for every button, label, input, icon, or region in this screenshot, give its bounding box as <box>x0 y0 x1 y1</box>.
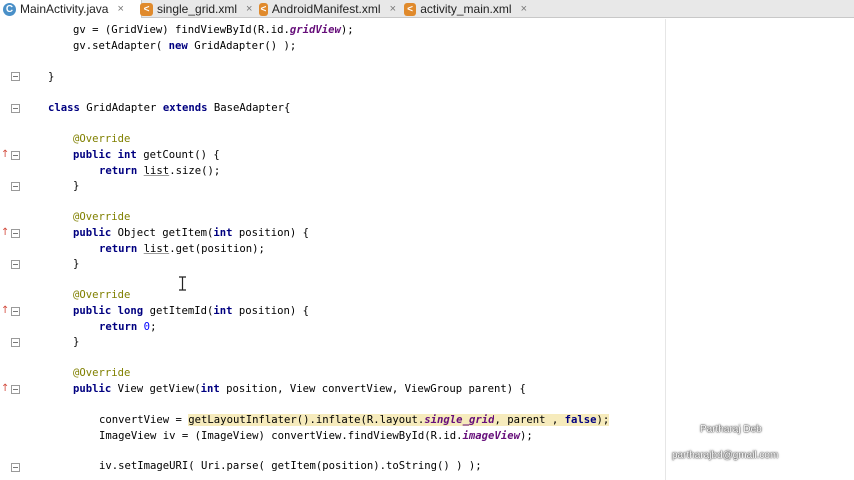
tab-label: AndroidManifest.xml <box>271 2 381 16</box>
tab-main-activity-java[interactable]: C MainActivity.java × <box>0 0 142 18</box>
editor-tab-bar: C MainActivity.java × < single_grid.xml … <box>0 0 854 18</box>
override-arrow-icon[interactable]: ↑ <box>1 383 9 394</box>
fold-marker-icon[interactable] <box>11 463 20 472</box>
code-line: public View getView(int position, View c… <box>73 383 526 395</box>
code-line: gv.setAdapter( new GridAdapter() ); <box>73 40 297 52</box>
fold-marker-icon[interactable] <box>11 182 20 191</box>
fold-marker-icon[interactable] <box>11 229 20 238</box>
text-cursor-icon <box>179 276 186 291</box>
java-class-icon: C <box>3 2 16 16</box>
fold-marker-icon[interactable] <box>11 260 20 269</box>
override-arrow-icon[interactable]: ↑ <box>1 149 9 160</box>
tab-label: MainActivity.java <box>20 2 109 16</box>
code-line: } <box>73 180 80 192</box>
close-icon[interactable]: × <box>390 3 396 15</box>
fold-marker-icon[interactable] <box>11 385 20 394</box>
close-icon[interactable]: × <box>521 3 527 15</box>
fold-marker-icon[interactable] <box>11 307 20 316</box>
code-line: class GridAdapter extends BaseAdapter{ <box>48 102 291 114</box>
xml-file-icon: < <box>404 2 417 16</box>
close-icon[interactable]: × <box>117 3 123 15</box>
code-line: } <box>73 258 80 270</box>
tab-label: activity_main.xml <box>420 2 512 16</box>
code-line: return list.size(); <box>99 165 221 177</box>
tab-android-manifest-xml[interactable]: < AndroidManifest.xml × <box>256 0 396 18</box>
highlighted-call: getLayoutInflater() <box>188 414 310 426</box>
code-line: ImageView iv = (ImageView) convertView.f… <box>99 430 533 442</box>
watermark-email: partharajbd@gmail.com <box>672 450 779 461</box>
code-line: public int getCount() { <box>73 149 220 161</box>
close-icon[interactable]: × <box>246 3 252 15</box>
annotation: @Override <box>73 289 131 301</box>
code-line: public Object getItem(int position) { <box>73 227 310 239</box>
override-arrow-icon[interactable]: ↑ <box>1 305 9 316</box>
code-line: iv.setImageURI( Uri.parse( getItem(posit… <box>99 460 482 472</box>
tab-label: single_grid.xml <box>157 2 238 16</box>
code-line: convertView = getLayoutInflater().inflat… <box>99 414 610 426</box>
fold-marker-icon[interactable] <box>11 151 20 160</box>
code-line: return 0; <box>99 321 157 333</box>
fold-marker-icon[interactable] <box>11 104 20 113</box>
tab-single-grid-xml[interactable]: < single_grid.xml × <box>137 0 261 18</box>
xml-file-icon: < <box>259 2 268 16</box>
annotation: @Override <box>73 133 131 145</box>
editor-gutter: ↑ ↑ ↑ ↑ <box>0 19 30 480</box>
fold-marker-icon[interactable] <box>11 338 20 347</box>
tab-activity-main-xml[interactable]: < activity_main.xml × <box>401 0 527 18</box>
watermark-name: Partharaj Deb <box>700 424 762 435</box>
code-line: } <box>48 71 55 83</box>
xml-file-icon: < <box>140 2 153 16</box>
fold-marker-icon[interactable] <box>11 72 20 81</box>
code-line: public long getItemId(int position) { <box>73 305 310 317</box>
override-arrow-icon[interactable]: ↑ <box>1 227 9 238</box>
code-editor[interactable]: gv = (GridView) findViewById(R.id.gridVi… <box>30 19 666 480</box>
code-line: gv = (GridView) findViewById(R.id.gridVi… <box>73 24 354 36</box>
code-line: } <box>73 336 80 348</box>
annotation: @Override <box>73 211 131 223</box>
annotation: @Override <box>73 367 131 379</box>
code-line: return list.get(position); <box>99 243 265 255</box>
